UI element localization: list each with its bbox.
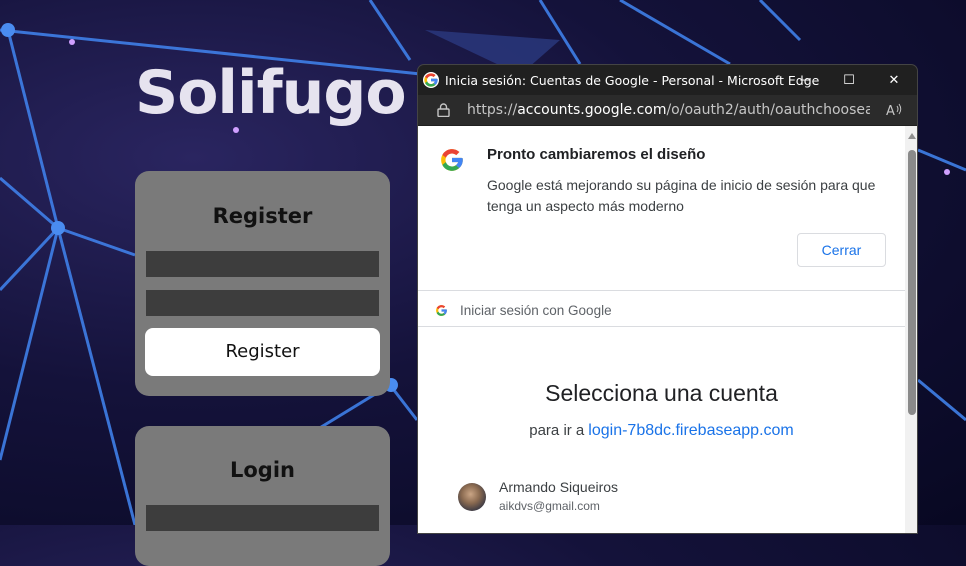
login-card: Login xyxy=(135,426,390,566)
choose-account-title: Selecciona una cuenta xyxy=(545,380,778,406)
google-g-icon xyxy=(441,149,463,171)
scroll-up-arrow-icon[interactable] xyxy=(908,133,916,139)
register-email-input[interactable] xyxy=(146,251,379,277)
close-banner-button[interactable]: Cerrar xyxy=(797,233,886,267)
account-email: aikdvs@gmail.com xyxy=(499,499,600,513)
window-title: Inicia sesión: Cuentas de Google - Perso… xyxy=(445,73,820,88)
divider xyxy=(418,326,905,327)
google-g-icon xyxy=(423,72,439,88)
account-item[interactable]: Armando Siqueiros aikdvs@gmail.com xyxy=(458,479,878,519)
continue-to-line: para ir a login-7b8dc.firebaseapp.com xyxy=(418,422,905,440)
popup-content: Pronto cambiaremos el diseño Google está… xyxy=(418,126,905,533)
google-g-icon xyxy=(436,305,447,316)
url-text: https://accounts.google.com/o/oauth2/aut… xyxy=(467,102,870,118)
continue-prefix: para ir a xyxy=(529,422,585,439)
lock-icon xyxy=(437,103,450,117)
register-card: Register Register xyxy=(135,171,390,396)
vertical-scrollbar[interactable] xyxy=(905,126,917,533)
url-path: /o/oauth2/auth/oauthchooseaccount xyxy=(666,102,870,118)
continue-app-link[interactable]: login-7b8dc.firebaseapp.com xyxy=(588,422,793,439)
login-email-input[interactable] xyxy=(146,505,379,531)
signin-header-label: Iniciar sesión con Google xyxy=(460,303,612,318)
app-title: Solifugo xyxy=(135,58,407,128)
google-signin-popup: Inicia sesión: Cuentas de Google - Perso… xyxy=(417,64,918,534)
account-name: Armando Siqueiros xyxy=(499,479,619,495)
url-scheme: https:// xyxy=(467,102,518,118)
close-window-button[interactable]: ✕ xyxy=(871,65,917,95)
address-bar[interactable]: https://accounts.google.com/o/oauth2/aut… xyxy=(418,95,917,125)
register-password-input[interactable] xyxy=(146,290,379,316)
maximize-button[interactable]: ☐ xyxy=(826,65,872,95)
register-button[interactable]: Register xyxy=(145,328,380,376)
scroll-thumb[interactable] xyxy=(908,150,916,415)
login-heading: Login xyxy=(230,458,295,482)
url-host: accounts.google.com xyxy=(517,102,667,118)
banner-title: Pronto cambiaremos el diseño xyxy=(487,146,706,163)
divider xyxy=(418,290,905,291)
svg-text:A: A xyxy=(886,104,895,119)
minimize-button[interactable]: ─ xyxy=(782,65,828,95)
register-heading: Register xyxy=(212,204,313,228)
avatar xyxy=(458,483,486,511)
read-aloud-icon[interactable]: A xyxy=(885,101,903,119)
window-titlebar[interactable]: Inicia sesión: Cuentas de Google - Perso… xyxy=(418,65,917,95)
banner-text: Google está mejorando su página de inici… xyxy=(487,177,876,214)
